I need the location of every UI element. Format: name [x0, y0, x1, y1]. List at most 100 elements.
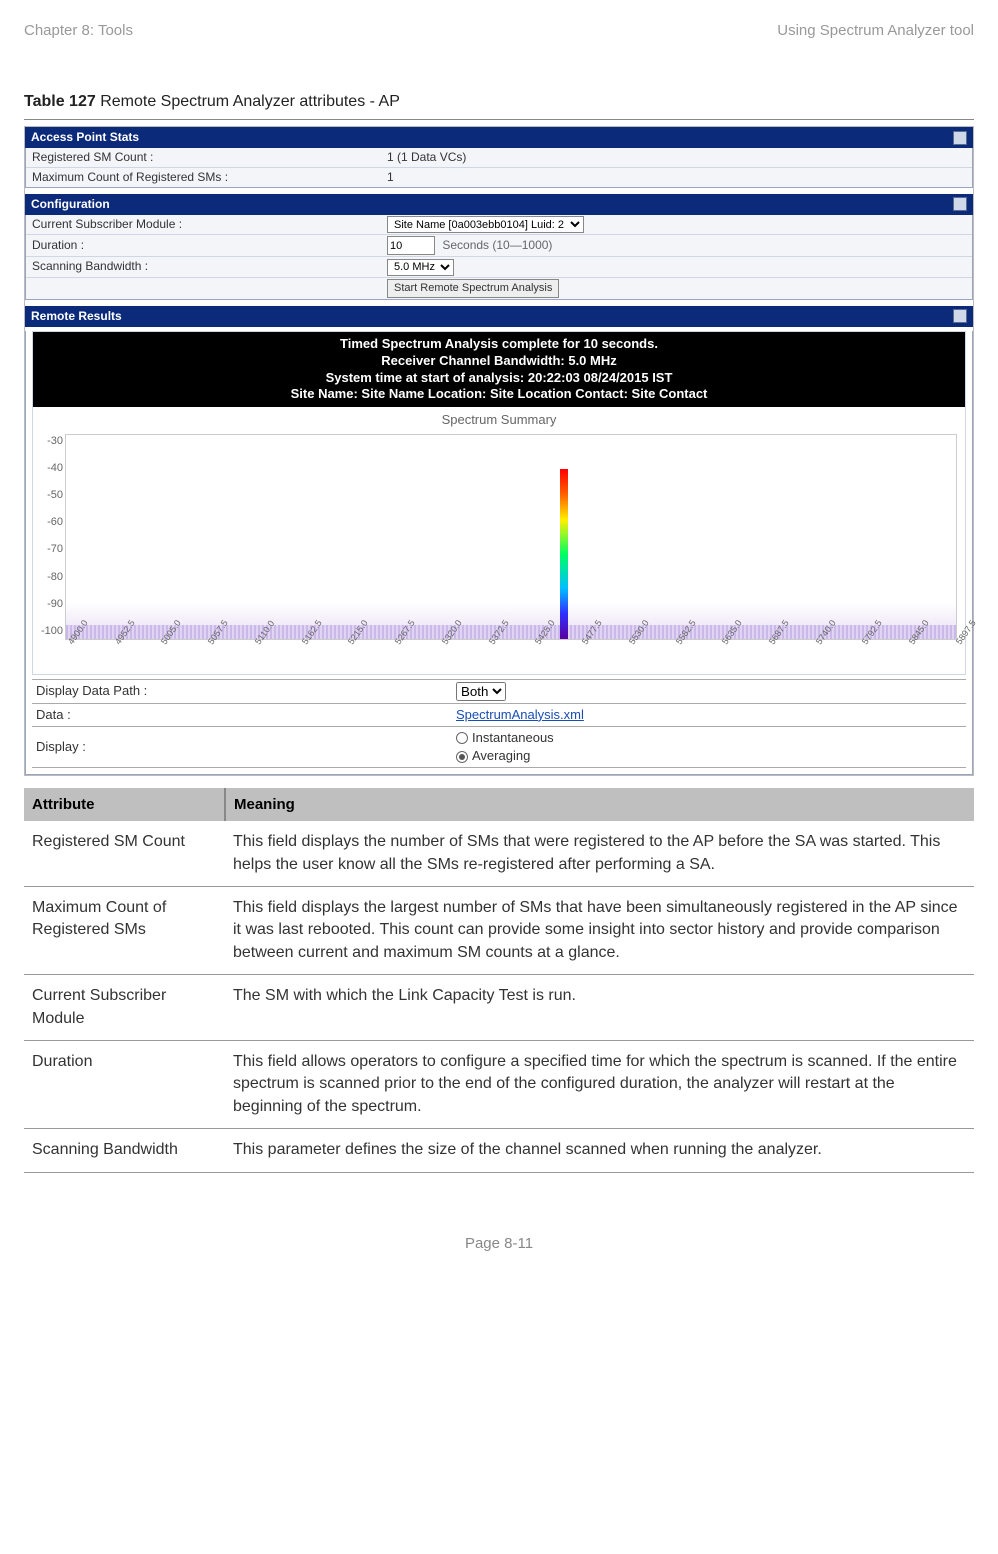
results-body: Timed Spectrum Analysis complete for 10 …	[25, 331, 973, 776]
duration-label: Duration :	[32, 237, 387, 254]
results-hdr2: Receiver Channel Bandwidth: 5.0 MHz	[35, 353, 963, 370]
results-title: Remote Results	[31, 308, 122, 325]
display-row: Display : Instantaneous Averaging	[32, 727, 966, 768]
csm-select[interactable]: Site Name [0a003ebb0104] Luid: 2	[387, 216, 584, 233]
duration-input[interactable]	[387, 236, 435, 255]
x-tick: 4952.5	[112, 636, 134, 653]
config-title: Configuration	[31, 196, 110, 213]
y-tick: -40	[37, 461, 63, 476]
csm-label: Current Subscriber Module :	[32, 216, 387, 233]
ap-stat-row: Registered SM Count : 1 (1 Data VCs)	[26, 148, 972, 168]
results-hdr3: System time at start of analysis: 20:22:…	[35, 370, 963, 387]
config-row-button: Start Remote Spectrum Analysis	[26, 278, 972, 299]
max-reg-sm-value: 1	[387, 169, 966, 186]
data-link[interactable]: SpectrumAnalysis.xml	[456, 707, 584, 722]
attribute-table: Attribute Meaning Registered SM CountThi…	[24, 788, 974, 1172]
config-row: Current Subscriber Module : Site Name [0…	[26, 215, 972, 236]
embedded-screenshot: Access Point Stats Registered SM Count :…	[24, 126, 974, 776]
x-tick: 5215.0	[345, 636, 367, 653]
x-tick: 5057.5	[205, 636, 227, 653]
x-tick: 5530.0	[626, 636, 648, 653]
x-tick: 5005.0	[158, 636, 180, 653]
plot-area	[65, 434, 957, 640]
meaning-cell: This parameter defines the size of the c…	[225, 1129, 974, 1172]
results-hdr1: Timed Spectrum Analysis complete for 10 …	[35, 336, 963, 353]
display-label: Display :	[36, 738, 456, 756]
page-header: Chapter 8: Tools Using Spectrum Analyzer…	[24, 20, 974, 41]
x-tick: 4900.0	[65, 636, 87, 653]
x-tick: 5372.5	[486, 636, 508, 653]
spectrum-chart: -30-40-50-60-70-80-90-100 4900.04952.550…	[65, 434, 957, 664]
results-header: Timed Spectrum Analysis complete for 10 …	[33, 332, 965, 408]
collapse-icon[interactable]	[953, 309, 967, 323]
caption-rest: Remote Spectrum Analyzer attributes - AP	[96, 93, 400, 110]
x-tick: 5320.0	[439, 636, 461, 653]
x-tick: 5110.0	[252, 636, 274, 653]
attr-cell: Registered SM Count	[24, 821, 225, 886]
y-tick: -90	[37, 597, 63, 612]
opt-averaging: Averaging	[472, 748, 530, 763]
attr-cell: Current Subscriber Module	[24, 975, 225, 1041]
y-tick: -60	[37, 515, 63, 530]
x-tick: 5687.5	[766, 636, 788, 653]
th-attribute: Attribute	[24, 788, 225, 821]
max-reg-sm-label: Maximum Count of Registered SMs :	[32, 169, 387, 186]
display-path-row: Display Data Path : Both	[32, 680, 966, 704]
meaning-cell: This field allows operators to configure…	[225, 1041, 974, 1129]
config-body: Current Subscriber Module : Site Name [0…	[25, 215, 973, 300]
attr-cell: Duration	[24, 1041, 225, 1129]
config-row: Scanning Bandwidth : 5.0 MHz	[26, 257, 972, 278]
meaning-cell: This field displays the number of SMs th…	[225, 821, 974, 886]
attr-cell: Scanning Bandwidth	[24, 1129, 225, 1172]
config-row: Duration : Seconds (10—1000)	[26, 235, 972, 257]
y-tick: -100	[37, 624, 63, 639]
caption-bold: Table 127	[24, 93, 96, 110]
x-tick: 5740.0	[813, 636, 835, 653]
radio-instantaneous[interactable]	[456, 732, 468, 744]
x-tick: 5425.0	[532, 636, 554, 653]
y-tick: -30	[37, 434, 63, 449]
spectrum-peak	[560, 469, 568, 639]
bw-label: Scanning Bandwidth :	[32, 258, 387, 275]
x-tick: 5897.5	[953, 636, 975, 653]
x-tick: 5845.0	[906, 636, 928, 653]
table-row: Registered SM CountThis field displays t…	[24, 821, 974, 886]
table-caption: Table 127 Remote Spectrum Analyzer attri…	[24, 91, 974, 113]
start-analysis-button[interactable]: Start Remote Spectrum Analysis	[387, 279, 559, 298]
x-tick: 5792.5	[859, 636, 881, 653]
collapse-icon[interactable]	[953, 197, 967, 211]
th-meaning: Meaning	[225, 788, 974, 821]
display-path-label: Display Data Path :	[36, 682, 456, 700]
caption-rule	[24, 119, 974, 120]
reg-sm-count-value: 1 (1 Data VCs)	[387, 149, 966, 166]
y-tick: -50	[37, 488, 63, 503]
table-row: Current Subscriber ModuleThe SM with whi…	[24, 975, 974, 1041]
header-left: Chapter 8: Tools	[24, 20, 133, 41]
results-hdr4: Site Name: Site Name Location: Site Loca…	[35, 386, 963, 403]
table-row: DurationThis field allows operators to c…	[24, 1041, 974, 1129]
opt-instantaneous: Instantaneous	[472, 730, 554, 745]
x-tick: 5635.0	[719, 636, 741, 653]
meaning-cell: This field displays the largest number o…	[225, 887, 974, 975]
meaning-cell: The SM with which the Link Capacity Test…	[225, 975, 974, 1041]
bw-select[interactable]: 5.0 MHz	[387, 259, 454, 276]
ap-stats-bar: Access Point Stats	[25, 127, 973, 148]
reg-sm-count-label: Registered SM Count :	[32, 149, 387, 166]
x-tick: 5582.5	[673, 636, 695, 653]
x-tick: 5162.5	[299, 636, 321, 653]
table-row: Maximum Count of Registered SMsThis fiel…	[24, 887, 974, 975]
page-footer: Page 8-11	[24, 1233, 974, 1254]
y-tick: -70	[37, 542, 63, 557]
x-tick: 5477.5	[579, 636, 601, 653]
radio-averaging[interactable]	[456, 751, 468, 763]
y-axis: -30-40-50-60-70-80-90-100	[37, 434, 63, 640]
ap-stats-title: Access Point Stats	[31, 129, 139, 146]
x-axis: 4900.0 4952.5 5005.0 5057.5 5110.0 5162.5 5215…	[65, 638, 957, 664]
collapse-icon[interactable]	[953, 131, 967, 145]
ap-stats-body: Registered SM Count : 1 (1 Data VCs) Max…	[25, 148, 973, 188]
data-label: Data :	[36, 706, 456, 724]
attr-cell: Maximum Count of Registered SMs	[24, 887, 225, 975]
results-subtitle: Spectrum Summary	[33, 407, 965, 429]
display-path-select[interactable]: Both	[456, 682, 506, 701]
table-row: Scanning BandwidthThis parameter defines…	[24, 1129, 974, 1172]
